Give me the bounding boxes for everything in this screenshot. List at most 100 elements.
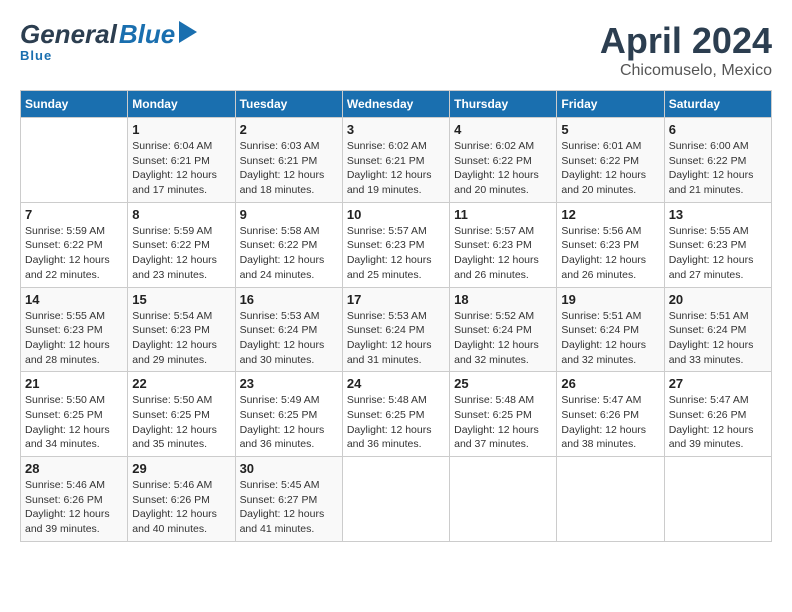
day-number: 5	[561, 122, 659, 137]
day-number: 13	[669, 207, 767, 222]
calendar-cell: 20 Sunrise: 5:51 AMSunset: 6:24 PMDayligh…	[664, 287, 771, 372]
calendar-cell	[664, 457, 771, 542]
calendar-cell: 8 Sunrise: 5:59 AMSunset: 6:22 PMDaylight…	[128, 202, 235, 287]
calendar-cell: 2 Sunrise: 6:03 AMSunset: 6:21 PMDaylight…	[235, 118, 342, 203]
calendar-cell: 7Sunrise: 5:59 AMSunset: 6:22 PMDaylight…	[21, 202, 128, 287]
logo-tagline: Blue	[20, 49, 197, 63]
day-number: 11	[454, 207, 552, 222]
day-number: 16	[240, 292, 338, 307]
day-detail: Sunrise: 5:46 AMSunset: 6:26 PMDaylight:…	[25, 478, 123, 537]
day-number: 14	[25, 292, 123, 307]
calendar-cell: 29 Sunrise: 5:46 AMSunset: 6:26 PMDayligh…	[128, 457, 235, 542]
calendar-cell: 3 Sunrise: 6:02 AMSunset: 6:21 PMDaylight…	[342, 118, 449, 203]
day-number: 21	[25, 376, 123, 391]
day-number: 4	[454, 122, 552, 137]
day-number: 18	[454, 292, 552, 307]
day-detail: Sunrise: 5:57 AMSunset: 6:23 PMDaylight:…	[347, 224, 445, 283]
calendar-cell: 26Sunrise: 5:47 AMSunset: 6:26 PMDayligh…	[557, 372, 664, 457]
day-detail: Sunrise: 5:59 AMSunset: 6:22 PMDaylight:…	[132, 224, 230, 283]
calendar-cell: 23 Sunrise: 5:49 AMSunset: 6:25 PMDayligh…	[235, 372, 342, 457]
day-detail: Sunrise: 6:01 AMSunset: 6:22 PMDaylight:…	[561, 139, 659, 198]
day-number: 30	[240, 461, 338, 476]
calendar-cell	[557, 457, 664, 542]
day-number: 22	[132, 376, 230, 391]
day-detail: Sunrise: 5:58 AMSunset: 6:22 PMDaylight:…	[240, 224, 338, 283]
calendar-cell: 12 Sunrise: 5:56 AMSunset: 6:23 PMDayligh…	[557, 202, 664, 287]
calendar-cell: 16Sunrise: 5:53 AMSunset: 6:24 PMDayligh…	[235, 287, 342, 372]
logo-general: General	[20, 20, 117, 49]
day-detail: Sunrise: 5:50 AMSunset: 6:25 PMDaylight:…	[25, 393, 123, 452]
day-detail: Sunrise: 6:02 AMSunset: 6:21 PMDaylight:…	[347, 139, 445, 198]
day-detail: Sunrise: 5:57 AMSunset: 6:23 PMDaylight:…	[454, 224, 552, 283]
day-detail: Sunrise: 5:48 AMSunset: 6:25 PMDaylight:…	[454, 393, 552, 452]
day-detail: Sunrise: 5:56 AMSunset: 6:23 PMDaylight:…	[561, 224, 659, 283]
day-detail: Sunrise: 5:48 AMSunset: 6:25 PMDaylight:…	[347, 393, 445, 452]
day-detail: Sunrise: 6:02 AMSunset: 6:22 PMDaylight:…	[454, 139, 552, 198]
day-number: 26	[561, 376, 659, 391]
day-number: 27	[669, 376, 767, 391]
calendar-cell	[450, 457, 557, 542]
calendar-cell	[21, 118, 128, 203]
day-number: 24	[347, 376, 445, 391]
logo-arrow-icon	[179, 21, 197, 48]
calendar-cell: 28 Sunrise: 5:46 AMSunset: 6:26 PMDayligh…	[21, 457, 128, 542]
day-detail: Sunrise: 5:45 AMSunset: 6:27 PMDaylight:…	[240, 478, 338, 537]
weekday-header-thursday: Thursday	[450, 91, 557, 118]
page-title: April 2024	[600, 20, 772, 62]
weekday-header-tuesday: Tuesday	[235, 91, 342, 118]
day-number: 3	[347, 122, 445, 137]
calendar-cell: 6Sunrise: 6:00 AMSunset: 6:22 PMDaylight…	[664, 118, 771, 203]
day-number: 28	[25, 461, 123, 476]
calendar-cell: 27 Sunrise: 5:47 AMSunset: 6:26 PMDayligh…	[664, 372, 771, 457]
calendar-cell: 24 Sunrise: 5:48 AMSunset: 6:25 PMDayligh…	[342, 372, 449, 457]
day-number: 23	[240, 376, 338, 391]
day-number: 10	[347, 207, 445, 222]
calendar-cell: 17 Sunrise: 5:53 AMSunset: 6:24 PMDayligh…	[342, 287, 449, 372]
calendar-cell: 25 Sunrise: 5:48 AMSunset: 6:25 PMDayligh…	[450, 372, 557, 457]
day-detail: Sunrise: 6:04 AMSunset: 6:21 PMDaylight:…	[132, 139, 230, 198]
day-number: 9	[240, 207, 338, 222]
day-detail: Sunrise: 5:54 AMSunset: 6:23 PMDaylight:…	[132, 309, 230, 368]
logo: General Blue Blue	[20, 20, 197, 63]
day-number: 17	[347, 292, 445, 307]
calendar-cell: 13 Sunrise: 5:55 AMSunset: 6:23 PMDayligh…	[664, 202, 771, 287]
day-number: 7	[25, 207, 123, 222]
day-number: 2	[240, 122, 338, 137]
day-detail: Sunrise: 5:50 AMSunset: 6:25 PMDaylight:…	[132, 393, 230, 452]
day-detail: Sunrise: 5:53 AMSunset: 6:24 PMDaylight:…	[347, 309, 445, 368]
day-number: 25	[454, 376, 552, 391]
calendar-cell: 21 Sunrise: 5:50 AMSunset: 6:25 PMDayligh…	[21, 372, 128, 457]
day-detail: Sunrise: 5:55 AMSunset: 6:23 PMDaylight:…	[25, 309, 123, 368]
day-detail: Sunrise: 5:51 AMSunset: 6:24 PMDaylight:…	[669, 309, 767, 368]
calendar-cell: 1Sunrise: 6:04 AMSunset: 6:21 PMDaylight…	[128, 118, 235, 203]
day-number: 12	[561, 207, 659, 222]
weekday-header-saturday: Saturday	[664, 91, 771, 118]
day-detail: Sunrise: 5:51 AMSunset: 6:24 PMDaylight:…	[561, 309, 659, 368]
day-detail: Sunrise: 5:49 AMSunset: 6:25 PMDaylight:…	[240, 393, 338, 452]
day-detail: Sunrise: 5:52 AMSunset: 6:24 PMDaylight:…	[454, 309, 552, 368]
calendar-table: SundayMondayTuesdayWednesdayThursdayFrid…	[20, 90, 772, 542]
calendar-cell: 4 Sunrise: 6:02 AMSunset: 6:22 PMDaylight…	[450, 118, 557, 203]
day-number: 15	[132, 292, 230, 307]
logo-blue: Blue	[119, 20, 175, 49]
page-subtitle: Chicomuselo, Mexico	[600, 62, 772, 80]
weekday-header-sunday: Sunday	[21, 91, 128, 118]
weekday-header-friday: Friday	[557, 91, 664, 118]
day-detail: Sunrise: 5:55 AMSunset: 6:23 PMDaylight:…	[669, 224, 767, 283]
day-detail: Sunrise: 5:46 AMSunset: 6:26 PMDaylight:…	[132, 478, 230, 537]
calendar-cell: 11 Sunrise: 5:57 AMSunset: 6:23 PMDayligh…	[450, 202, 557, 287]
day-detail: Sunrise: 5:47 AMSunset: 6:26 PMDaylight:…	[669, 393, 767, 452]
day-number: 20	[669, 292, 767, 307]
title-block: April 2024 Chicomuselo, Mexico	[600, 20, 772, 80]
calendar-cell: 14 Sunrise: 5:55 AMSunset: 6:23 PMDayligh…	[21, 287, 128, 372]
day-number: 29	[132, 461, 230, 476]
day-number: 8	[132, 207, 230, 222]
day-number: 6	[669, 122, 767, 137]
calendar-cell: 22 Sunrise: 5:50 AMSunset: 6:25 PMDayligh…	[128, 372, 235, 457]
calendar-cell: 5 Sunrise: 6:01 AMSunset: 6:22 PMDaylight…	[557, 118, 664, 203]
day-detail: Sunrise: 6:03 AMSunset: 6:21 PMDaylight:…	[240, 139, 338, 198]
weekday-header-monday: Monday	[128, 91, 235, 118]
day-number: 19	[561, 292, 659, 307]
calendar-cell: 10 Sunrise: 5:57 AMSunset: 6:23 PMDayligh…	[342, 202, 449, 287]
weekday-header-wednesday: Wednesday	[342, 91, 449, 118]
